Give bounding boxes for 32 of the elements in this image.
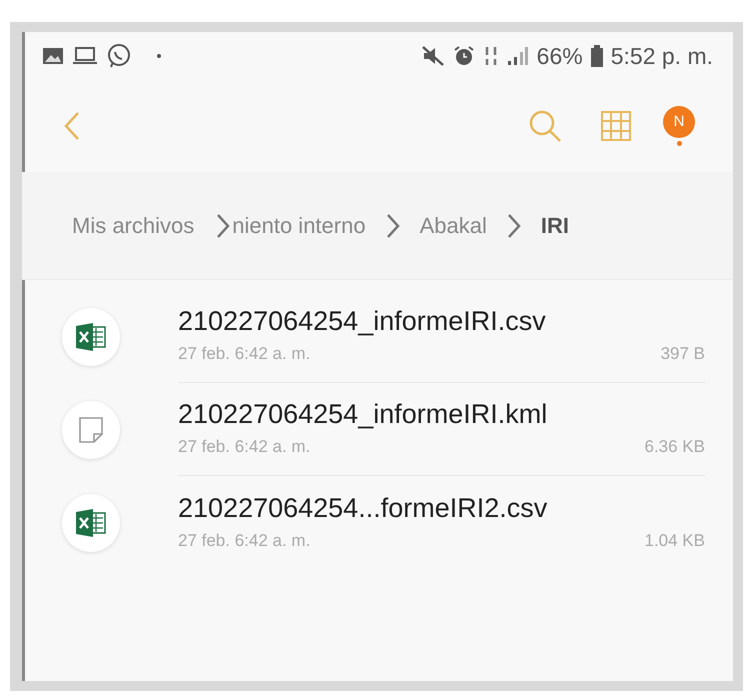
spreadsheet-icon — [76, 508, 106, 536]
document-icon — [78, 416, 104, 444]
battery-icon — [590, 45, 603, 67]
mute-icon — [420, 45, 445, 67]
signal-icon — [506, 46, 529, 66]
chat-icon — [106, 43, 132, 69]
file-row[interactable]: 210227064254_informeIRI.kml 27 feb. 6:42 a. m. 6.36 KB — [22, 383, 733, 476]
file-name: 210227064254...formeIRI2.csv — [178, 492, 548, 524]
chevron-right-icon — [386, 212, 400, 238]
battery-percent: 66% — [536, 44, 583, 68]
chevron-right-icon — [506, 212, 521, 238]
file-date: 27 feb. 6:42 a. m. — [178, 436, 310, 458]
chevron-right-icon — [216, 212, 230, 238]
image-icon — [42, 47, 64, 65]
file-date: 27 feb. 6:42 a. m. — [178, 530, 310, 552]
badge-dot-icon — [676, 141, 682, 146]
file-row[interactable]: 210227064254...formeIRI2.csv 27 feb. 6:42 a. m. 1.04 KB — [22, 476, 733, 569]
alarm-icon — [452, 45, 475, 67]
file-name: 210227064254_informeIRI.kml — [178, 398, 548, 430]
file-date: 27 feb. 6:42 a. m. — [178, 343, 310, 366]
spreadsheet-icon — [76, 322, 106, 350]
file-row[interactable]: 210227064254_informeIRI.csv 27 feb. 6:42 a. m. 397 B — [22, 290, 733, 383]
dot-icon — [156, 53, 162, 59]
file-size: 1.04 KB — [644, 530, 705, 552]
breadcrumb-item[interactable]: IRI — [540, 209, 569, 242]
search-button[interactable] — [527, 108, 563, 144]
file-size: 6.36 KB — [644, 436, 705, 458]
grid-view-button[interactable] — [599, 109, 633, 143]
file-name: 210227064254_informeIRI.csv — [178, 305, 547, 338]
clock-time: 5:52 p. m. — [610, 44, 713, 68]
file-size: 397 B — [660, 343, 705, 366]
laptop-icon — [72, 47, 98, 65]
